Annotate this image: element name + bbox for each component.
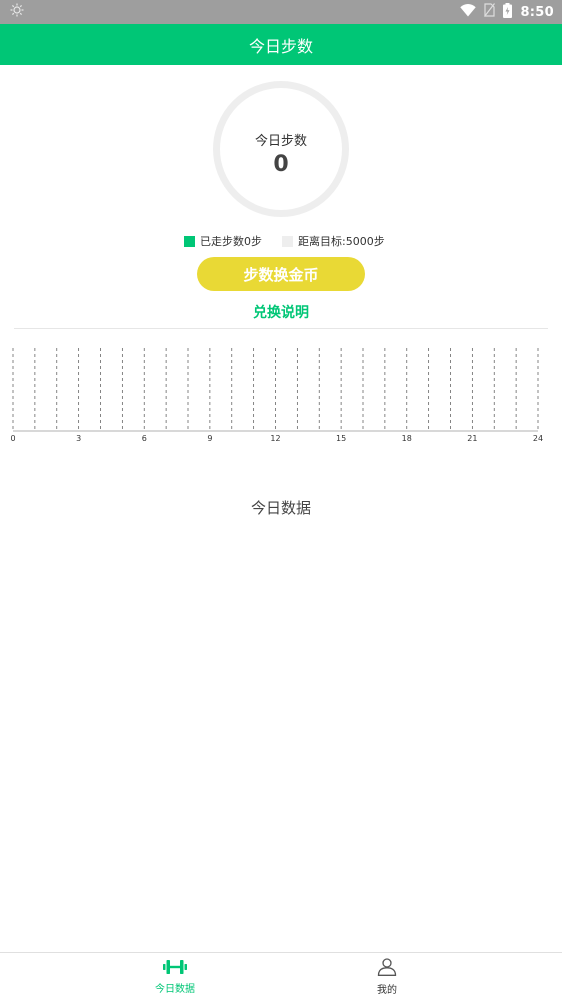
legend-walked-swatch	[184, 235, 195, 247]
legend-walked: 已走步数0步	[184, 233, 262, 249]
section-title: 今日数据	[250, 499, 311, 517]
exchange-coins-button[interactable]: 步数换金币	[197, 257, 365, 291]
page-title: 今日步数	[248, 36, 313, 56]
user-icon	[377, 957, 397, 979]
legend-remaining-label: 距离目标:5000步	[298, 235, 385, 248]
tab-today-data-label: 今日数据	[155, 983, 195, 995]
x-tick-label: 9	[207, 434, 212, 443]
legend-remaining: 距离目标:5000步	[282, 233, 385, 249]
app-bar: 今日步数	[0, 24, 562, 65]
bottom-nav: 今日数据 我的	[0, 952, 562, 999]
brightness-icon	[10, 3, 24, 21]
tab-mine[interactable]: 我的	[327, 953, 447, 1000]
tab-mine-label: 我的	[377, 984, 397, 996]
no-sim-icon	[484, 3, 496, 21]
legend-walked-label: 已走步数0步	[200, 235, 262, 248]
wifi-icon	[460, 3, 477, 21]
battery-icon	[503, 2, 513, 22]
status-time: 8:50	[520, 4, 554, 20]
x-tick-label: 15	[336, 434, 346, 443]
step-count: 0	[273, 152, 289, 177]
x-tick-label: 0	[10, 434, 15, 443]
hourly-steps-chart: 0 3 6 9 12 15 18 21 24	[10, 348, 543, 443]
exchange-info-link[interactable]: 兑换说明	[0, 302, 562, 322]
ring-track	[213, 81, 349, 217]
step-progress-ring: 今日步数 0	[213, 81, 349, 217]
tab-today-data[interactable]: 今日数据	[115, 953, 235, 1000]
dumbbell-icon	[163, 959, 187, 978]
legend-remaining-swatch	[282, 235, 293, 247]
x-tick-label: 24	[533, 434, 543, 443]
divider	[14, 328, 548, 329]
ring-label: 今日步数	[254, 134, 307, 149]
x-tick-label: 18	[402, 434, 412, 443]
ring-legend: 已走步数0步 距离目标:5000步	[0, 233, 562, 249]
x-tick-label: 6	[142, 434, 147, 443]
status-bar: 8:50	[0, 0, 562, 24]
x-tick-label: 21	[467, 434, 477, 443]
x-tick-label: 12	[270, 434, 280, 443]
x-tick-label: 3	[76, 434, 81, 443]
